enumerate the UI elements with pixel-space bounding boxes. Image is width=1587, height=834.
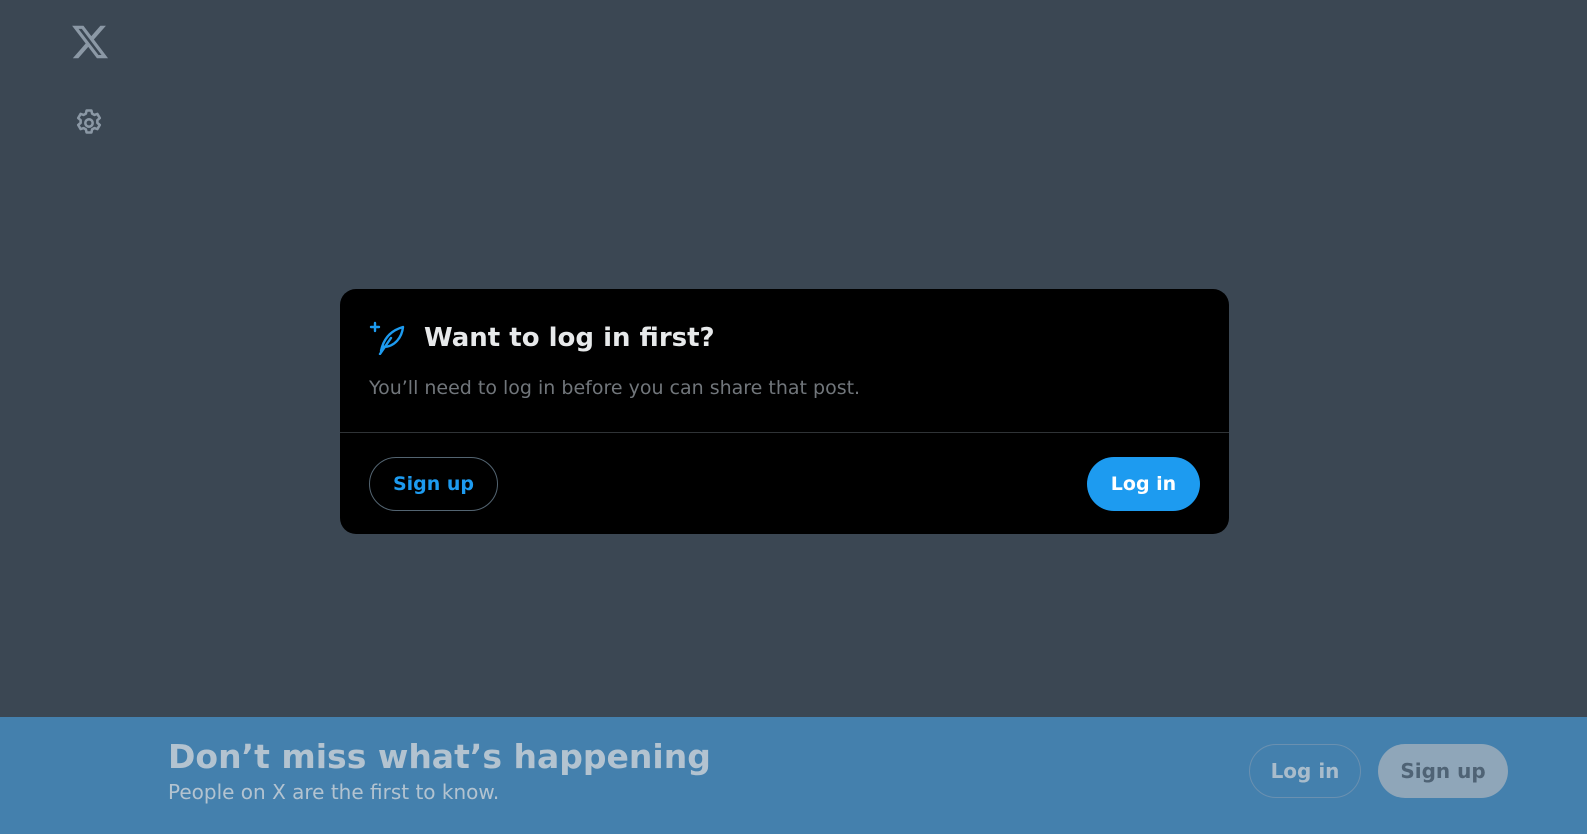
login-prompt-dialog: Want to log in first? You’ll need to log… [340, 289, 1229, 534]
banner-subtitle: People on X are the first to know. [168, 780, 500, 804]
signup-button[interactable]: Sign up [369, 457, 498, 511]
x-logo-icon[interactable] [70, 22, 110, 62]
banner-signup-button[interactable]: Sign up [1378, 744, 1508, 798]
login-button[interactable]: Log in [1087, 457, 1200, 511]
dialog-header: Want to log in first? [369, 321, 1200, 356]
dialog-divider [340, 432, 1229, 433]
gear-icon[interactable] [72, 106, 106, 140]
dialog-message: You’ll need to log in before you can sha… [369, 377, 861, 399]
banner-title: Don’t miss what’s happening [168, 737, 711, 776]
banner-login-button[interactable]: Log in [1249, 744, 1361, 798]
dialog-title: Want to log in first? [424, 323, 715, 353]
bottom-signup-banner: Don’t miss what’s happening People on X … [0, 717, 1587, 834]
feather-plus-icon [369, 321, 407, 356]
